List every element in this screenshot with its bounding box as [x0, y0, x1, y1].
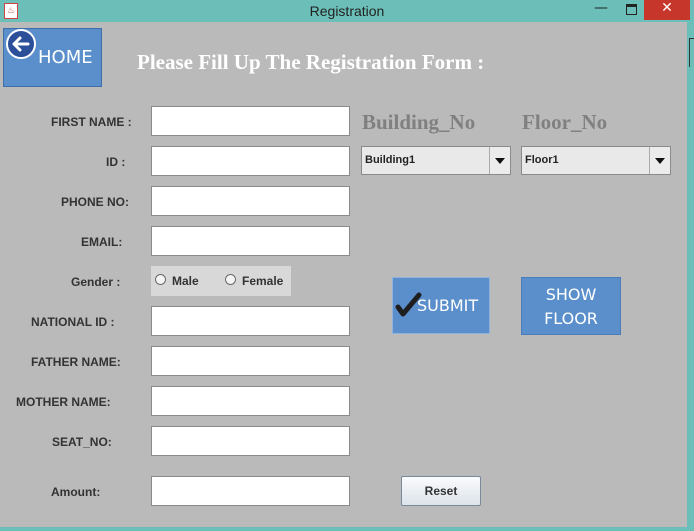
id-field[interactable]: [151, 146, 350, 176]
first-name-field[interactable]: [151, 106, 350, 136]
mother-name-field[interactable]: [151, 386, 350, 416]
seat-no-field[interactable]: [151, 426, 350, 456]
minimize-button[interactable]: —: [588, 0, 614, 20]
chevron-down-icon[interactable]: [649, 147, 670, 174]
submit-button[interactable]: SUBMIT: [392, 277, 490, 334]
home-button-label: HOME: [38, 47, 93, 68]
back-arrow-icon: [6, 29, 36, 59]
female-radio[interactable]: [225, 274, 236, 285]
phone-no-label: PHONE NO:: [61, 195, 130, 209]
floor-select-value: Floor1: [525, 154, 559, 166]
amount-label: Amount:: [51, 485, 101, 499]
email-field[interactable]: [151, 226, 350, 256]
gender-label: Gender :: [71, 275, 121, 289]
maximize-button[interactable]: [618, 0, 644, 20]
mother-name-label: MOTHER NAME:: [16, 395, 111, 409]
chevron-down-icon[interactable]: [489, 147, 510, 174]
father-name-field[interactable]: [151, 346, 350, 376]
form-title: Please Fill Up The Registration Form :: [137, 50, 485, 74]
building-no-heading: Building_No: [362, 110, 476, 134]
close-button[interactable]: ✕: [644, 0, 690, 20]
reset-button[interactable]: Reset: [401, 476, 481, 506]
male-radio-label[interactable]: Male: [172, 274, 199, 288]
female-radio-label[interactable]: Female: [242, 274, 283, 288]
show-floor-label-line2: FLOOR: [544, 309, 598, 328]
national-id-field[interactable]: [151, 306, 350, 336]
submit-button-label: SUBMIT: [417, 296, 479, 315]
email-label: EMAIL:: [81, 235, 123, 249]
window-border-right: [687, 22, 694, 527]
amount-field[interactable]: [151, 476, 350, 506]
male-radio[interactable]: [155, 274, 166, 285]
title-bar[interactable]: ♨ Registration — ✕: [0, 0, 694, 22]
floor-no-heading: Floor_No: [522, 110, 608, 134]
building-select[interactable]: Building1: [361, 146, 511, 175]
building-select-value: Building1: [365, 154, 416, 166]
show-floor-button[interactable]: SHOW FLOOR: [521, 277, 621, 335]
show-floor-label-line1: SHOW: [545, 285, 597, 304]
father-name-label: FATHER NAME:: [31, 355, 121, 369]
first-name-label: FIRST NAME :: [51, 115, 132, 129]
window-border-bottom: [0, 527, 694, 531]
maximize-icon: [625, 4, 637, 15]
id-label: ID :: [106, 155, 126, 169]
seat-no-label: SEAT_NO:: [52, 435, 112, 449]
registration-window: ♨ Registration — ✕ HOME Please Fill Up T…: [0, 0, 694, 531]
home-button[interactable]: HOME: [3, 28, 102, 87]
national-id-label: NATIONAL ID :: [31, 315, 115, 329]
background-window-edge: [689, 38, 694, 67]
phone-no-field[interactable]: [151, 186, 350, 216]
gender-radio-group: Male Female: [151, 266, 291, 296]
floor-select[interactable]: Floor1: [521, 146, 671, 175]
